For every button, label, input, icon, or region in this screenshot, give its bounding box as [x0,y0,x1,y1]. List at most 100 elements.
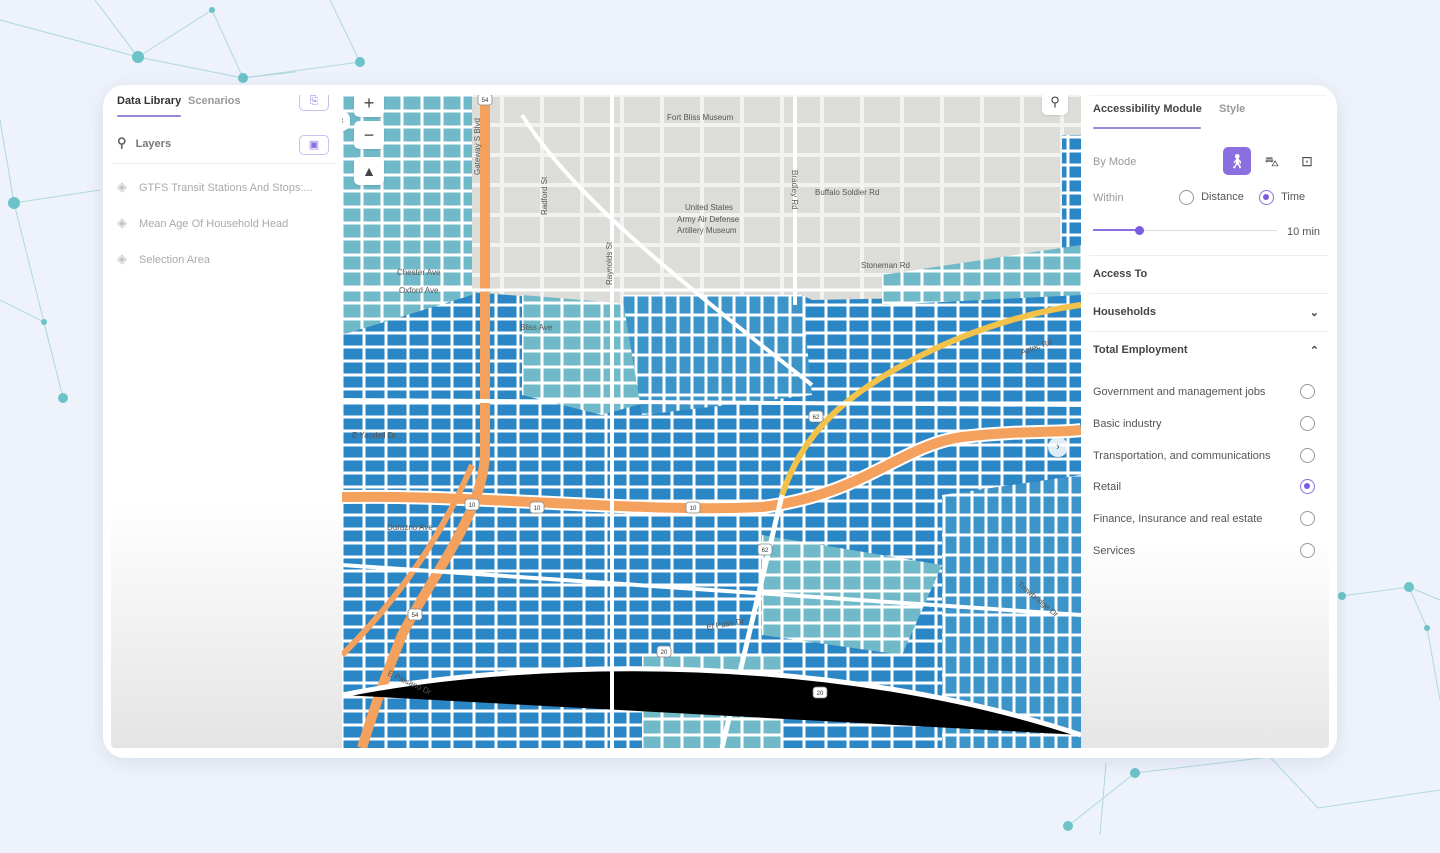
tab-style[interactable]: Style [1219,103,1321,115]
walk-icon: 🚶︎ [1228,153,1246,169]
slider-handle[interactable] [1135,226,1144,235]
transit-icon: ⊡ [1301,153,1313,169]
radio-icon [1300,416,1315,431]
layer-item[interactable]: ◈ Selection Area [117,251,210,267]
slider-value: 10 min [1287,226,1321,238]
map-street-label: Radford St [540,176,549,215]
svg-text:62: 62 [762,548,769,554]
chevron-right-icon: › [1056,441,1060,453]
svg-text:10: 10 [690,506,697,512]
radio-icon [1300,448,1315,463]
radio-icon [1179,190,1194,205]
divider [111,163,336,164]
chevron-up-icon: ⌃ [1309,345,1319,357]
map-street-label: Raynolds St [605,241,614,285]
map-layer[interactable]: Fort Bliss Museum Buffalo Soldier Rd Bradl… [342,95,1081,748]
layers-icon: ◈ [117,215,127,230]
map-search-button[interactable]: ⚲ [1042,95,1068,115]
route-shield: 62 [808,410,824,423]
walk-mode-button[interactable]: 🚶︎ [1223,147,1251,175]
north-arrow-button[interactable]: ▲ [354,157,384,185]
route-shield: 20 [656,645,672,658]
layer-label: Selection Area [139,254,210,266]
accessibility-panel: Accessibility Module Style By Mode 🚶︎ ⛍ … [1081,95,1329,748]
map-street-label: Bliss Ave [520,323,553,332]
radio-icon [1300,384,1315,399]
layer-label: Mean Age Of Household Head [139,218,289,230]
map-street-label: United States [685,203,733,212]
active-tab-underline [117,115,181,117]
layers-label: Layers [135,138,172,150]
employment-option[interactable]: Transportation, and communications [1093,448,1321,463]
tab-data-library[interactable]: Data Library [117,95,181,107]
svg-text:10: 10 [534,506,541,512]
block-group-region [622,295,812,415]
map-street-label: Army Air Defense [677,215,740,224]
map-street-label: Buffalo Soldier Rd [815,188,879,197]
zoom-in-button[interactable]: + [354,95,384,117]
layer-item[interactable]: ◈ Mean Age Of Household Head [117,215,288,231]
map-street-label: E Yandell Dr [352,431,397,440]
map-street-label: Artillery Museum [677,226,737,235]
time-radio[interactable]: Time [1259,190,1321,205]
tab-scenarios[interactable]: Scenarios [188,95,241,107]
by-mode-label: By Mode [1093,156,1137,168]
data-library-panel: Data Library Scenarios ⎘ ⚲ Layers ▣ ◈ GTF… [111,95,342,748]
search-icon: ⚲ [1050,95,1060,109]
map-street-label: Fort Bliss Museum [667,113,734,122]
layer-item[interactable]: ◈ GTFS Transit Stations And Stops:... [117,179,313,195]
employment-option[interactable]: Basic industry [1093,416,1321,431]
layers-icon: ◈ [117,251,127,266]
svg-text:10: 10 [469,503,476,509]
transit-mode-button[interactable]: ⊡ [1293,147,1321,175]
car-icon: ⛍ [1264,153,1280,169]
app-window: Data Library Scenarios ⎘ ⚲ Layers ▣ ◈ GTF… [103,85,1337,758]
total-employment-section[interactable]: Total Employment ⌃ [1093,344,1321,357]
employment-option[interactable]: Finance, Insurance and real estate [1093,511,1321,526]
map-canvas[interactable]: Fort Bliss Museum Buffalo Soldier Rd Bradl… [342,95,1081,748]
svg-text:62: 62 [813,415,820,421]
svg-text:54: 54 [412,613,419,619]
zoom-out-button[interactable]: − [354,121,384,149]
car-mode-button[interactable]: ⛍ [1258,147,1286,175]
chevron-down-icon: ⌄ [1309,307,1319,319]
map-street-label: Chester Ave [397,268,441,277]
map-street-label: Stoneman Rd [861,261,910,270]
import-file-button[interactable]: ⎘ [299,95,329,111]
add-folder-button[interactable]: ▣ [299,135,329,155]
svg-text:54: 54 [482,98,489,104]
layers-icon: ◈ [117,179,127,194]
radio-selected-icon [1300,479,1315,494]
svg-text:20: 20 [817,691,824,697]
employment-option[interactable]: Retail [1093,479,1321,494]
map-street-label: Gateway S Blvd [473,118,482,175]
radio-icon [1300,543,1315,558]
search-icon: ⚲ [117,135,127,150]
route-shield: 10 [464,498,480,511]
route-shield: 10 [529,501,545,514]
chevron-left-icon: ‹ [342,115,344,126]
employment-option[interactable]: Services [1093,543,1321,558]
svg-text:20: 20 [661,650,668,656]
radio-icon [1300,511,1315,526]
file-import-icon: ⎘ [309,95,319,107]
route-shield: 10 [685,501,701,514]
radio-selected-icon [1259,190,1274,205]
employment-option[interactable]: Government and management jobs [1093,384,1321,399]
route-shield: 20 [812,686,828,699]
map-street-label: Durazno Ave [387,523,433,532]
route-shield: 54 [477,95,493,106]
folder-icon: ▣ [308,139,320,151]
layer-label: GTFS Transit Stations And Stops:... [139,182,313,194]
route-shield: 54 [407,608,423,621]
households-section[interactable]: Households ⌄ [1093,306,1321,319]
active-tab-underline [1093,127,1201,129]
time-slider[interactable] [1093,226,1277,236]
access-to-label: Access To [1093,268,1148,280]
map-street-label: Bradley Rd [790,170,799,210]
layers-search[interactable]: ⚲ Layers [117,135,171,151]
route-shield: 62 [757,543,773,556]
map-street-label: Oxford Ave [399,286,439,295]
expand-right-panel-button[interactable]: › [1048,437,1068,457]
navigation-arrow-icon: ▲ [362,163,376,179]
